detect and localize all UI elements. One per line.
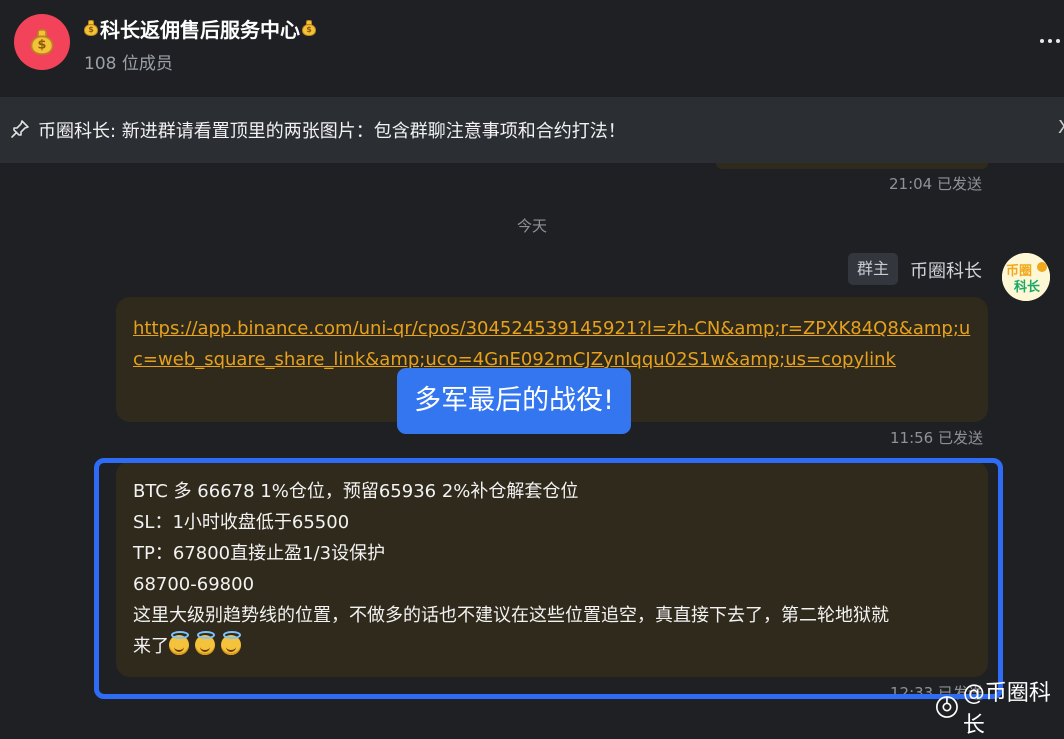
pin-icon xyxy=(11,120,29,138)
member-count: 108 位成员 xyxy=(84,54,173,74)
moneybag-icon: $ xyxy=(30,29,54,55)
owner-badge: 群主 xyxy=(848,253,898,285)
group-title-text: 科长返佣售后服务中心 xyxy=(100,17,300,42)
group-avatar[interactable]: $ xyxy=(14,14,70,70)
binance-link[interactable]: https://app.binance.com/uni-qr/cpos/3045… xyxy=(133,318,970,370)
message-time: 21:04 已发送 xyxy=(889,175,982,193)
avatar-text-top: 币圈 xyxy=(1006,264,1032,279)
callout-label: 多军最后的战役! xyxy=(397,368,631,434)
moneybag-icon: $ xyxy=(302,20,316,36)
highlight-frame xyxy=(94,458,1003,699)
watermark-text: @币圈科长 xyxy=(962,681,1051,738)
pinned-close-button[interactable]: X xyxy=(1058,117,1064,138)
pinned-message-bar[interactable]: 币圈科长: 新进群请看置顶里的两张图片：包含群聊注意事项和合约打法！ X xyxy=(0,97,1064,163)
previous-message-bubble xyxy=(716,163,988,169)
sender-avatar-logo: 币圈 科长 xyxy=(1002,253,1050,301)
watermark-logo-icon xyxy=(936,696,958,718)
sender-name[interactable]: 币圈科长 xyxy=(910,257,982,283)
avatar-text-bottom: 科长 xyxy=(1014,279,1041,295)
more-dots-icon[interactable] xyxy=(1040,34,1062,48)
moneybag-icon: $ xyxy=(84,20,98,36)
chat-header: $ $ 科长返佣售后服务中心 $ 108 位成员 xyxy=(0,0,1064,97)
message-time: 11:56 已发送 xyxy=(890,429,983,447)
sender-avatar[interactable]: 币圈 科长 xyxy=(1002,253,1050,301)
group-title[interactable]: $ 科长返佣售后服务中心 $ xyxy=(84,14,316,42)
message-list[interactable]: 21:04 已发送 今天 群主 币圈科长 币圈 科长 https://app.b… xyxy=(0,163,1064,738)
pinned-message-text: 币圈科长: 新进群请看置顶里的两张图片：包含群聊注意事项和合约打法！ xyxy=(38,121,626,142)
watermark: @币圈科长 xyxy=(935,675,1064,739)
date-separator: 今天 xyxy=(516,217,547,235)
